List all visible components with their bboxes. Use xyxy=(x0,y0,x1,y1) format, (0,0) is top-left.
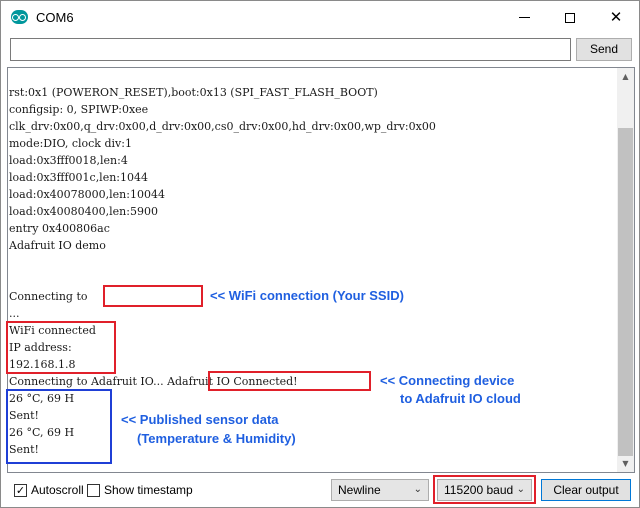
scroll-up-icon[interactable]: ▲ xyxy=(617,68,634,85)
close-icon: ✕ xyxy=(609,8,623,26)
adafruit-annotation-line1: << Connecting device xyxy=(380,373,515,388)
maximize-icon xyxy=(565,12,575,23)
serial-monitor-window: COM6 ✕ Send rst:0x1 (POWERON_RESET),boot… xyxy=(0,0,640,508)
minimize-icon xyxy=(518,17,530,18)
scroll-down-icon[interactable]: ▼ xyxy=(617,455,634,472)
title-bar: COM6 ✕ xyxy=(1,1,639,34)
minimize-button[interactable] xyxy=(501,1,547,34)
send-button[interactable]: Send xyxy=(576,38,632,61)
clear-output-button[interactable]: Clear output xyxy=(541,479,631,501)
bottom-bar: ✓ Autoscroll Show timestamp Newline ⌄ 11… xyxy=(1,475,639,507)
output-line: load:0x40080400,len:5900 xyxy=(9,205,158,218)
ssid-redaction-box xyxy=(103,285,203,307)
output-line: load:0x3fff0018,len:4 xyxy=(9,154,128,167)
wifi-info-box xyxy=(6,321,116,374)
sensor-annotation-line2: (Temperature & Humidity) xyxy=(137,431,296,446)
output-line: mode:DIO, clock div:1 xyxy=(9,137,132,150)
output-line: rst:0x1 (POWERON_RESET),boot:0x13 (SPI_F… xyxy=(9,86,378,99)
autoscroll-label: Autoscroll xyxy=(31,483,84,497)
output-line: ... xyxy=(9,307,20,320)
adafruit-connected-box xyxy=(208,371,371,391)
output-line: Adafruit IO demo xyxy=(9,239,106,252)
maximize-button[interactable] xyxy=(547,1,593,34)
arduino-icon xyxy=(11,10,28,24)
scrollbar-thumb[interactable] xyxy=(618,128,633,456)
output-line: configsip: 0, SPIWP:0xee xyxy=(9,103,149,116)
line-ending-select[interactable]: Newline ⌄ xyxy=(331,479,429,501)
sensor-annotation-line1: << Published sensor data xyxy=(121,412,279,427)
output-line: entry 0x400806ac xyxy=(9,222,110,235)
line-ending-value: Newline xyxy=(338,483,381,497)
output-line: clk_drv:0x00,q_drv:0x00,d_drv:0x00,cs0_d… xyxy=(9,120,436,133)
close-button[interactable]: ✕ xyxy=(593,1,639,34)
vertical-scrollbar[interactable]: ▲ ▼ xyxy=(617,68,634,472)
timestamp-checkbox[interactable] xyxy=(87,484,100,497)
window-title: COM6 xyxy=(36,10,74,25)
wifi-annotation: << WiFi connection (Your SSID) xyxy=(210,288,404,303)
sensor-data-box xyxy=(6,389,112,464)
timestamp-label: Show timestamp xyxy=(104,483,193,497)
chevron-down-icon: ⌄ xyxy=(413,484,422,495)
output-line: load:0x40078000,len:10044 xyxy=(9,188,165,201)
adafruit-annotation-line2: to Adafruit IO cloud xyxy=(400,391,521,406)
baud-highlight-box xyxy=(433,475,536,504)
send-input[interactable] xyxy=(10,38,571,61)
autoscroll-checkbox[interactable]: ✓ xyxy=(14,484,27,497)
output-line: load:0x3fff001c,len:1044 xyxy=(9,171,148,184)
